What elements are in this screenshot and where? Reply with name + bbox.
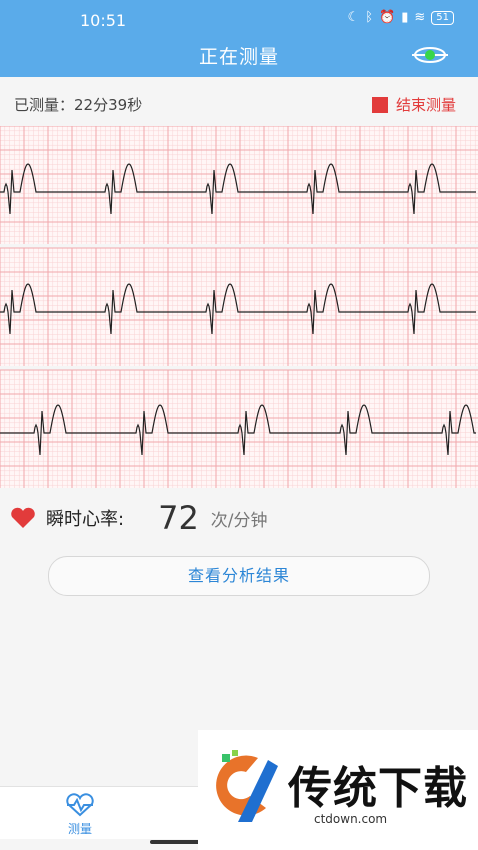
status-time: 10:51	[80, 11, 127, 30]
alarm-icon: ⏰	[379, 10, 396, 25]
status-bar: 10:51 ☾ ᛒ ⏰ ▮ ≋ 51	[0, 0, 478, 40]
view-results-button[interactable]: 查看分析结果	[48, 556, 430, 596]
watermark-logo-icon	[216, 750, 278, 822]
heart-rate-value: 72	[158, 499, 199, 537]
moon-icon: ☾	[347, 10, 360, 25]
tab-measure[interactable]: 测量	[50, 793, 110, 837]
measure-duration: 已测量：22分39秒	[14, 94, 142, 115]
watermark-url: ctdown.com	[314, 812, 388, 826]
signal-icon: ▮	[401, 10, 409, 25]
heart-rate-unit: 次/分钟	[210, 510, 268, 531]
ecg-chart	[0, 126, 478, 488]
status-icons: ☾ ᛒ ⏰ ▮ ≋ 51	[348, 10, 454, 25]
stop-label: 结束测量	[395, 96, 456, 114]
battery-icon: 51	[431, 10, 454, 25]
watermark-text: 传统下载	[288, 763, 468, 814]
stop-measure-button[interactable]: 结束测量	[371, 94, 456, 115]
page-title: 正在测量	[198, 46, 279, 68]
heart-rate-row: 瞬时心率: 72 次/分钟	[10, 499, 268, 537]
tab-label: 测量	[67, 822, 92, 836]
duration-label: 已测量：	[14, 96, 75, 114]
device-connection-icon[interactable]	[410, 45, 450, 65]
duration-value: 22分39秒	[74, 96, 143, 114]
wifi-icon: ≋	[414, 10, 426, 25]
heart-pulse-icon	[66, 793, 94, 817]
heart-icon	[11, 507, 35, 528]
watermark: 传统下载 ctdown.com	[198, 730, 478, 850]
bluetooth-icon: ᛒ	[365, 10, 374, 25]
heart-rate-label: 瞬时心率:	[46, 509, 125, 530]
stop-icon	[371, 96, 388, 113]
